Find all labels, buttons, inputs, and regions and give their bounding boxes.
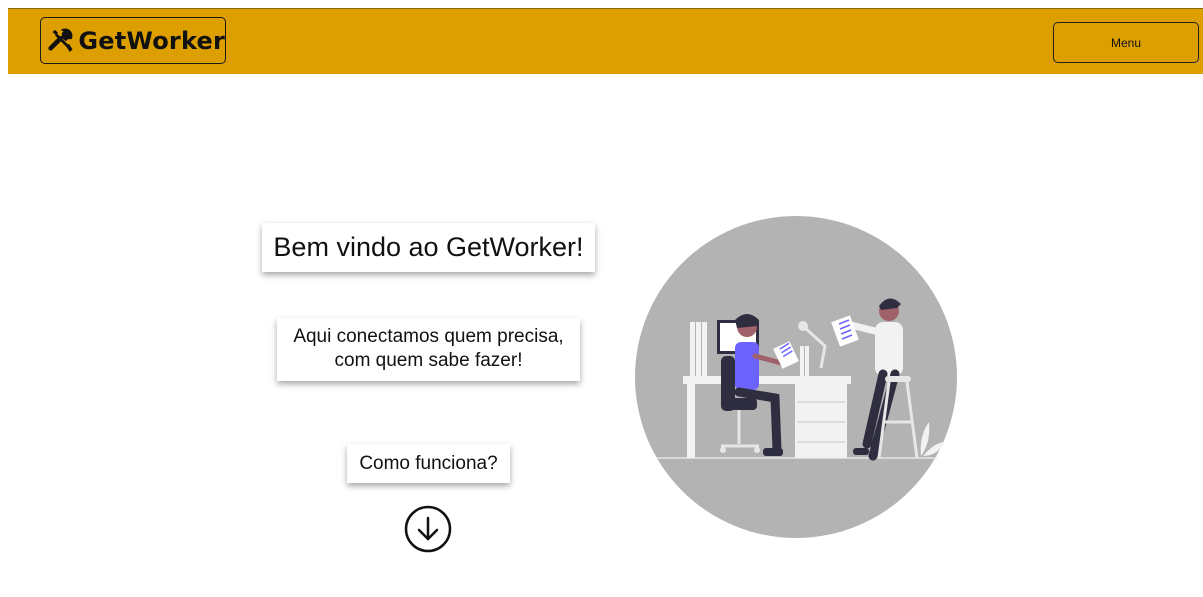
- how-it-works-button[interactable]: Como funciona?: [347, 444, 510, 483]
- brand-name: GetWorker: [78, 26, 225, 55]
- tagline: Aqui conectamos quem precisa, com quem s…: [277, 318, 580, 381]
- office-workers-illustration: [635, 216, 957, 538]
- welcome-title: Bem vindo ao GetWorker!: [262, 223, 595, 272]
- site-header: GetWorker Menu: [8, 8, 1203, 74]
- tagline-line-1: Aqui conectamos quem precisa,: [293, 326, 564, 347]
- tools-icon: [48, 28, 73, 52]
- tagline-line-2: com quem sabe fazer!: [334, 350, 523, 371]
- top-strip: [0, 0, 1203, 8]
- brand-logo[interactable]: GetWorker: [40, 17, 226, 64]
- menu-button[interactable]: Menu: [1053, 22, 1199, 63]
- arrow-down-circle-icon[interactable]: [404, 505, 452, 553]
